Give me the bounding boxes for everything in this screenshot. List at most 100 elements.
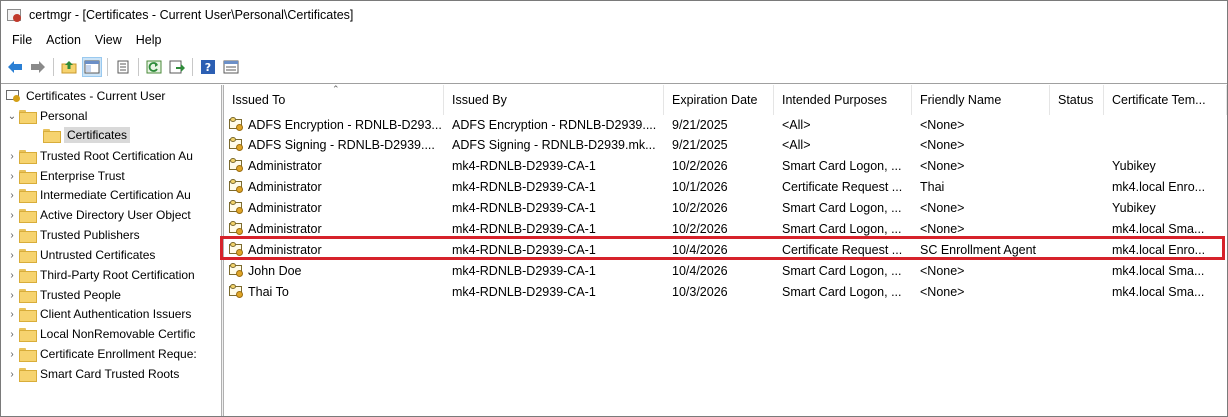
chevron-right-icon[interactable]: › — [5, 151, 19, 162]
column-expiration-date[interactable]: Expiration Date — [664, 85, 774, 115]
cell-text: 10/2/2026 — [672, 201, 728, 216]
chevron-right-icon[interactable]: › — [5, 210, 19, 221]
cell-intended-purposes: Smart Card Logon, ... — [774, 260, 912, 281]
back-button[interactable] — [5, 57, 25, 77]
table-row[interactable]: Thai To mk4-RDNLB-D2939-CA-1 10/3/2026 Smar… — [224, 281, 1227, 302]
table-row[interactable]: ADFS Encryption - RDNLB-D293... ADFS Encr… — [224, 114, 1227, 135]
toolbar-separator — [53, 58, 54, 76]
column-friendly-name[interactable]: Friendly Name — [912, 85, 1050, 115]
cell-expiration-date: 9/21/2025 — [664, 114, 774, 135]
show-hide-tree-icon — [84, 60, 100, 74]
table-row[interactable]: Administrator mk4-RDNLB-D2939-CA-1 10/2/20… — [224, 156, 1227, 177]
cell-text: ADFS Signing - RDNLB-D2939.... — [248, 138, 435, 153]
certificate-icon — [228, 137, 246, 153]
export-list-button[interactable] — [167, 57, 187, 77]
menu-view[interactable]: View — [88, 33, 129, 47]
cell-intended-purposes: Smart Card Logon, ... — [774, 156, 912, 177]
certificate-icon — [228, 262, 246, 279]
properties-button[interactable] — [113, 57, 133, 77]
table-row[interactable]: John Doe mk4-RDNLB-D2939-CA-1 10/4/2026 Sma… — [224, 260, 1227, 281]
cell-text: mk4.local Sma... — [1112, 284, 1205, 299]
tree-item-label: Local NonRemovable Certific — [40, 327, 196, 341]
help-button[interactable]: ? — [198, 57, 218, 77]
cell-issued-by: mk4-RDNLB-D2939-CA-1 — [444, 260, 664, 281]
column-certificate-template[interactable]: Certificate Tem... — [1104, 85, 1227, 115]
chevron-right-icon[interactable]: › — [5, 230, 19, 241]
details-view-button[interactable] — [221, 57, 241, 77]
chevron-right-icon[interactable]: › — [5, 329, 19, 340]
column-label: Issued To — [232, 93, 286, 107]
column-issued-to[interactable]: Issued To ⌃ — [224, 85, 444, 115]
cell-intended-purposes: Certificate Request ... — [774, 177, 912, 198]
cell-text: 10/1/2026 — [672, 180, 728, 195]
certificate-icon — [228, 116, 246, 133]
tree-root[interactable]: Certificates - Current User — [5, 86, 165, 106]
up-one-level-button[interactable] — [59, 57, 79, 77]
cell-issued-to: Administrator — [224, 177, 444, 198]
tree-item-intermediate[interactable]: › Intermediate Certification Au — [5, 185, 191, 205]
cell-text: <None> — [920, 263, 965, 278]
chevron-right-icon[interactable]: › — [5, 349, 19, 360]
folder-icon — [19, 289, 37, 303]
tree-item-trusted-people[interactable]: › Trusted People — [5, 285, 121, 305]
cell-text: Administrator — [248, 159, 322, 174]
forward-button[interactable] — [28, 57, 48, 77]
chevron-right-icon[interactable]: › — [5, 309, 19, 320]
cell-friendly-name: <None> — [912, 135, 1050, 156]
toolbar: ? — [1, 53, 1227, 81]
tree-item-local-nonremovable[interactable]: › Local NonRemovable Certific — [5, 324, 195, 344]
tree-item-ad-user-object[interactable]: › Active Directory User Object — [5, 205, 191, 225]
chevron-right-icon[interactable]: › — [5, 190, 19, 201]
chevron-down-icon[interactable]: ⌄ — [5, 111, 19, 122]
tree-item-third-party-root[interactable]: › Third-Party Root Certification — [5, 265, 195, 285]
tree-item-label: Certificate Enrollment Reque: — [40, 347, 197, 361]
details-view-icon — [223, 60, 239, 74]
menu-file[interactable]: File — [5, 33, 39, 47]
cell-text: Smart Card Logon, ... — [782, 159, 902, 174]
column-label: Certificate Tem... — [1112, 93, 1206, 107]
cell-status — [1050, 114, 1104, 135]
column-status[interactable]: Status — [1050, 85, 1104, 115]
chevron-right-icon[interactable]: › — [5, 369, 19, 380]
tree-item-trusted-publishers[interactable]: › Trusted Publishers — [5, 225, 140, 245]
menu-action[interactable]: Action — [39, 33, 88, 47]
chevron-right-icon[interactable]: › — [5, 270, 19, 281]
column-intended-purposes[interactable]: Intended Purposes — [774, 85, 912, 115]
folder-icon — [19, 249, 37, 263]
tree-item-smart-card-roots[interactable]: › Smart Card Trusted Roots — [5, 364, 179, 384]
cell-certificate-template — [1104, 114, 1227, 135]
cell-text: mk4.local Sma... — [1112, 263, 1205, 278]
cell-text: <None> — [920, 201, 965, 216]
cell-issued-by: mk4-RDNLB-D2939-CA-1 — [444, 156, 664, 177]
table-row[interactable]: Administrator mk4-RDNLB-D2939-CA-1 10/1/20… — [224, 177, 1227, 198]
chevron-right-icon[interactable]: › — [5, 171, 19, 182]
tree-item-client-auth-issuers[interactable]: › Client Authentication Issuers — [5, 304, 191, 324]
cell-status — [1050, 260, 1104, 281]
folder-icon — [19, 348, 37, 362]
chevron-right-icon[interactable]: › — [5, 250, 19, 261]
refresh-button[interactable] — [144, 57, 164, 77]
menu-help[interactable]: Help — [129, 33, 169, 47]
tree-item-enterprise-trust[interactable]: › Enterprise Trust — [5, 166, 125, 186]
svg-text:?: ? — [205, 61, 211, 74]
tree-item-certificates[interactable]: Certificates — [43, 125, 131, 145]
table-row[interactable]: ADFS Signing - RDNLB-D2939.... ADFS Signi… — [224, 135, 1227, 156]
column-issued-by[interactable]: Issued By — [444, 85, 664, 115]
cell-text: mk4-RDNLB-D2939-CA-1 — [452, 222, 596, 236]
chevron-right-icon[interactable]: › — [5, 290, 19, 301]
cell-text: Smart Card Logon, ... — [782, 222, 902, 236]
table-row[interactable]: Administrator mk4-RDNLB-D2939-CA-1 10/2/20… — [224, 198, 1227, 219]
folder-icon — [19, 368, 37, 382]
tree-item-personal[interactable]: ⌄ Personal — [5, 106, 87, 126]
show-hide-console-tree-button[interactable] — [82, 57, 102, 77]
tree-item-label: Personal — [40, 109, 88, 123]
tree-item-trusted-root[interactable]: › Trusted Root Certification Au — [5, 146, 193, 166]
tree-item-label: Trusted Root Certification Au — [40, 149, 193, 163]
tree-item-untrusted[interactable]: › Untrusted Certificates — [5, 245, 155, 265]
folder-icon — [19, 189, 37, 203]
tree-item-enrollment-requests[interactable]: › Certificate Enrollment Reque: — [5, 344, 197, 364]
cell-issued-to: Administrator — [224, 198, 444, 219]
cell-friendly-name: Thai — [912, 177, 1050, 198]
cell-text: 10/2/2026 — [672, 159, 728, 174]
cell-certificate-template: mk4.local Enro... — [1104, 177, 1227, 198]
